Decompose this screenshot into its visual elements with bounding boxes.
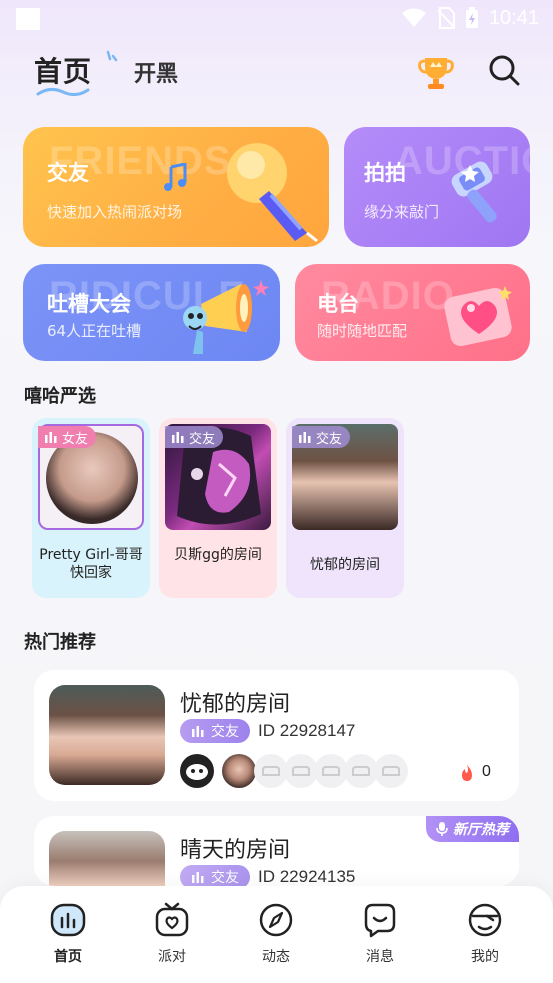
section-title-selection: 嘻哈严选 [24, 386, 96, 407]
hammer-icon [451, 161, 497, 223]
profile-icon [468, 903, 502, 937]
tab-underline-decoration [36, 87, 90, 97]
new-room-badge-label: 新厅热荐 [453, 822, 509, 838]
heat-count: 0 [482, 763, 491, 780]
room-thumbnail [49, 685, 165, 785]
status-bar-right: 10:41 [401, 6, 539, 30]
room-card[interactable]: 女友 Pretty Girl-哥哥快回家 [32, 418, 150, 598]
nav-label: 派对 [158, 949, 186, 965]
room-name: Pretty Girl-哥哥快回家 [39, 547, 143, 581]
room-tag: 女友 [38, 426, 97, 448]
nav-item-home[interactable]: 首页 [28, 900, 108, 966]
room-tag-label: 女友 [62, 431, 89, 447]
card-subtitle: 快速加入热闹派对场 [47, 203, 183, 221]
seat-empty[interactable] [254, 754, 288, 788]
sound-bars-icon [192, 726, 204, 737]
sound-bars-icon [299, 432, 311, 443]
room-name: 贝斯gg的房间 [174, 547, 262, 563]
seat-empty[interactable] [284, 754, 318, 788]
room-tag: 交友 [180, 719, 250, 743]
battery-charging-icon [465, 7, 478, 28]
sound-bars-icon [45, 432, 57, 443]
hot-room-card[interactable]: 晴天的房间 交友 ID 22924135 新厅热荐 [34, 816, 519, 886]
cartoon-avatar-icon [181, 755, 213, 787]
sound-bars-icon [172, 432, 184, 443]
card-title: 吐槽大会 [47, 292, 131, 316]
feature-card-ridicule[interactable]: RIDICULE 吐槽大会 64人正在吐槽 [23, 264, 280, 361]
room-title: 忧郁的房间 [180, 692, 291, 717]
card-title: 交友 [47, 161, 89, 185]
microphone-icon [227, 143, 318, 243]
feature-card-radio[interactable]: RADIO 电台 随时随地匹配 [295, 264, 530, 361]
card-subtitle: 64人正在吐槽 [47, 322, 142, 340]
room-tag: 交友 [180, 865, 250, 886]
search-icon[interactable] [486, 52, 522, 88]
seat-avatar[interactable] [180, 754, 214, 788]
sofa-icon [322, 766, 340, 776]
room-card[interactable]: 交友 忧郁的房间 [286, 418, 404, 598]
card-title: 拍拍 [364, 161, 406, 185]
room-thumbnail [49, 831, 165, 886]
card-subtitle: 随时随地匹配 [317, 322, 408, 340]
music-note-icon [164, 163, 187, 191]
nav-item-feed[interactable]: 动态 [236, 900, 316, 966]
nav-label: 我的 [471, 949, 499, 965]
sofa-icon [382, 766, 400, 776]
nav-item-party[interactable]: 派对 [132, 900, 212, 966]
card-title: 电台 [317, 292, 359, 316]
bottom-nav: 首页 派对 动态 消息 我的 [0, 886, 553, 983]
no-sim-icon [437, 7, 455, 29]
card-subtitle: 缘分来敲门 [364, 203, 440, 221]
section-title-hot: 热门推荐 [24, 632, 96, 653]
tab-home[interactable]: 首页 [34, 50, 92, 90]
room-tag: 交友 [292, 426, 351, 448]
seat-avatar[interactable] [222, 754, 256, 788]
tab-kaihei[interactable]: 开黑 [134, 56, 178, 88]
seat-empty[interactable] [344, 754, 378, 788]
room-id: ID 22928147 [258, 721, 356, 740]
hot-room-card[interactable]: 忧郁的房间 交友 ID 22928147 0 [34, 670, 519, 801]
room-card[interactable]: 交友 贝斯gg的房间 [159, 418, 277, 598]
feature-card-friends[interactable]: FRIENDS 交友 快速加入热闹派对场 [23, 127, 329, 247]
sofa-icon [262, 766, 280, 776]
seat-empty[interactable] [374, 754, 408, 788]
seat-empty[interactable] [314, 754, 348, 788]
nav-label: 首页 [54, 949, 82, 965]
megaphone-icon [183, 280, 269, 354]
compass-icon [259, 903, 293, 937]
room-tag-label: 交友 [211, 870, 239, 886]
status-time: 10:41 [488, 6, 539, 29]
wifi-icon [401, 8, 426, 27]
sparkle-icon [106, 50, 118, 62]
message-icon [364, 903, 396, 938]
microphone-icon [436, 822, 448, 836]
new-room-badge: 新厅热荐 [426, 816, 519, 842]
nav-item-messages[interactable]: 消息 [340, 900, 420, 966]
nav-label: 消息 [366, 949, 394, 965]
fire-icon [462, 765, 472, 781]
room-tag-label: 交友 [189, 431, 216, 447]
sofa-icon [292, 766, 310, 776]
room-tag-label: 交友 [211, 724, 239, 740]
tv-icon [155, 902, 189, 937]
home-icon [50, 903, 86, 937]
feature-card-auction[interactable]: AUCTION 拍拍 缘分来敲门 [344, 127, 530, 247]
nav-label: 动态 [262, 949, 290, 965]
room-tag-label: 交友 [316, 431, 343, 447]
status-notification-square [16, 8, 40, 30]
heart-radio-icon [444, 286, 512, 347]
room-tag: 交友 [165, 426, 224, 448]
room-title: 晴天的房间 [180, 838, 291, 863]
nav-item-profile[interactable]: 我的 [445, 900, 525, 966]
sofa-icon [352, 766, 370, 776]
trophy-icon[interactable] [416, 52, 456, 92]
sound-bars-icon [192, 872, 204, 883]
room-name: 忧郁的房间 [310, 557, 380, 573]
room-id: ID 22924135 [258, 867, 356, 886]
